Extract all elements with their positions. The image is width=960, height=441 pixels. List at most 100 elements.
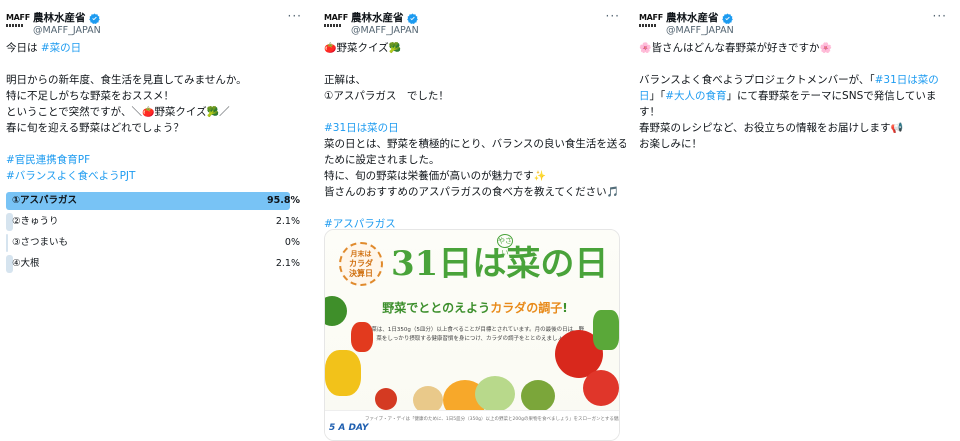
poll-option-label: ③さつまいも <box>12 237 69 248</box>
text-line: 特に不足しがちな野菜をおススメ！ <box>6 88 302 104</box>
text-line: 特に、旬の野菜は栄養価が高いのが魅力です✨ <box>324 168 620 184</box>
leafy-greens-illustration <box>593 310 619 350</box>
text-fragment: 特に不足しがちな野菜をおススメ！ <box>6 90 174 102</box>
text-line: 皆さんのおすすめのアスパラガスの食べ方を教えてください🎵 <box>324 184 620 200</box>
vegetable-day-poster[interactable]: 月末は カラダ 決算日 やさい 31日は菜の日 野菜でととのえようカラダの調子!… <box>324 229 620 441</box>
text-line: 今日は #菜の日 <box>6 40 302 56</box>
text-fragment: 野菜クイズ <box>154 106 207 118</box>
text-line: ①アスパラガス でした！ <box>324 88 620 104</box>
text-line: 菜の日とは、野菜を積極的にとり、バランスの良い食生活を送る <box>324 136 626 152</box>
text-fragment: 春野菜のレシピなど、お役立ちの情報をお届けします <box>639 122 891 134</box>
poll-option[interactable]: ①アスパラガス 95.8% <box>6 192 302 210</box>
text-line: 春野菜のレシピなど、お役立ちの情報をお届けします📢 <box>639 120 947 136</box>
text-line: #31日は菜の日 <box>324 120 620 136</box>
poll: ①アスパラガス 95.8% ②きゅうり 2.1% ③さつまいも 0% ④大根 2.1% <box>0 192 308 273</box>
more-options-icon[interactable]: ··· <box>606 8 620 24</box>
poll-option-label: ①アスパラガス <box>12 195 78 206</box>
text-fragment: 野菜クイズ <box>336 42 389 54</box>
poll-option-percent: 2.1% <box>275 216 300 227</box>
tweet-text: 今日は #菜の日明日からの新年度、食生活を見直してみませんか。 特に不足しがちな野… <box>0 40 308 184</box>
emoji-icon: 📢 <box>890 123 903 134</box>
hashtag-link[interactable]: #官民連携食育PF <box>6 154 90 166</box>
verified-badge-icon <box>88 13 100 24</box>
more-options-icon[interactable]: ··· <box>288 8 302 24</box>
emoji-icon: 🍅 <box>141 107 155 118</box>
maff-logo-icon[interactable]: MAFF <box>324 14 348 28</box>
poll-option[interactable]: ②きゅうり 2.1% <box>6 213 302 231</box>
pepper-illustration <box>325 350 361 396</box>
tweet-text: 🌸皆さんはどんな春野菜が好きですか🌸 バランスよく食べようプロジェクトメンバーが、… <box>633 40 953 152</box>
text-fragment: 明日からの新年度、食生活を見直してみませんか。 <box>6 74 247 86</box>
text-fragment: バランスよく食べようプロジェクトメンバーが、「 <box>639 74 875 86</box>
text-fragment: 」にて春野菜をテーマにSNSで発信していま <box>726 90 937 102</box>
maff-logo-icon[interactable]: MAFF <box>6 14 30 28</box>
poll-option-label: ④大根 <box>12 258 40 269</box>
verified-badge-icon <box>721 13 733 24</box>
text-fragment: 今日は <box>6 42 41 54</box>
tweet-header: MAFF 農林水産省 @MAFF_JAPAN ··· <box>633 0 953 40</box>
text-line: 明日からの新年度、食生活を見直してみませんか。 <box>6 72 302 88</box>
account-handle[interactable]: @MAFF_JAPAN <box>33 23 101 39</box>
text-fragment: ということで突然ですが、＼ <box>6 106 142 118</box>
hashtag-link[interactable]: #菜の日 <box>41 42 81 54</box>
poster-description: 野菜は、1日350g（5皿分）以上食べることが目標とされています。月の最後の日は… <box>365 327 585 342</box>
cherry-tomato-illustration <box>375 388 397 410</box>
text-fragment: 菜の日とは、野菜を積極的にとり、バランスの良い食生活を送る <box>324 138 626 150</box>
text-fragment: 特に、旬の野菜は栄養価が高いのが魅力です <box>324 170 534 182</box>
account-handle[interactable]: @MAFF_JAPAN <box>351 23 419 39</box>
emoji-icon: 🥦 <box>388 43 402 54</box>
text-line: バランスよく食べようプロジェクトメンバーが、「#31日は菜の <box>639 72 947 88</box>
tomato-illustration <box>583 370 619 406</box>
hashtag-link[interactable]: 日 <box>639 90 650 102</box>
emoji-icon: ✨ <box>533 171 547 182</box>
text-line: ために設定されました。 <box>324 152 620 168</box>
emoji-icon: 🥦 <box>206 107 220 118</box>
hashtag-link[interactable]: #大人の食育 <box>665 90 726 102</box>
hashtag-link[interactable]: #31日は菜の <box>875 74 939 86</box>
poll-option-percent: 2.1% <box>275 258 300 269</box>
cabbage-illustration <box>475 376 515 412</box>
five-a-day-logo: 5 A DAY <box>329 423 369 433</box>
emoji-icon: 🌸 <box>639 43 652 54</box>
tweet-quiz-poll[interactable]: MAFF 農林水産省 @MAFF_JAPAN ··· 今日は #菜の日 明日からの… <box>0 0 308 441</box>
poll-option[interactable]: ③さつまいも 0% <box>6 234 302 252</box>
emoji-icon: 🍅 <box>324 43 337 54</box>
text-fragment: 皆さんのおすすめのアスパラガスの食べ方を教えてください <box>324 186 607 198</box>
more-options-icon[interactable]: ··· <box>933 8 947 24</box>
text-fragment: ／ <box>219 106 230 118</box>
maff-logo-icon[interactable]: MAFF <box>639 14 663 28</box>
text-fragment: 皆さんはどんな春野菜が好きですか <box>651 42 820 54</box>
monthly-badge: 月末は カラダ 決算日 <box>339 242 383 286</box>
hashtag-link[interactable]: #31日は菜の日 <box>324 122 399 134</box>
text-fragment: お楽しみに！ <box>639 138 702 150</box>
poll-option[interactable]: ④大根 2.1% <box>6 255 302 273</box>
text-line: 春に旬を迎える野菜はどれでしょう？ <box>6 120 302 136</box>
poster-title: 31日は菜の日 <box>391 244 609 284</box>
poster-subtitle: 野菜でととのえようカラダの調子! <box>382 301 568 315</box>
tweet-spring-vegetables[interactable]: MAFF 農林水産省 @MAFF_JAPAN ··· 🌸皆さんはどんな春野菜が好… <box>633 0 953 441</box>
tweet-quiz-answer[interactable]: MAFF 農林水産省 @MAFF_JAPAN ··· 🍅野菜クイズ🥦 正解は、 ①ア… <box>318 0 626 441</box>
text-fragment: 正解は、 <box>324 74 366 86</box>
text-line: す！ <box>639 104 947 120</box>
kiwi-illustration <box>521 380 555 412</box>
text-fragment: す！ <box>639 106 660 118</box>
text-line: 🍅野菜クイズ🥦 <box>324 40 620 56</box>
pepper-illustration <box>351 322 373 352</box>
poster-footer: ファイブ・ア・デイは「健康のために、1日5皿分（350g）以上の野菜と200gの… <box>325 410 619 440</box>
text-line: #バランスよく食べようPJT <box>6 168 302 184</box>
poll-option-percent: 95.8% <box>267 195 300 206</box>
account-handle[interactable]: @MAFF_JAPAN <box>666 23 734 39</box>
hashtag-link[interactable]: #バランスよく食べようPJT <box>6 170 135 182</box>
text-fragment: 」「 <box>649 90 666 102</box>
text-fragment: ために設定されました。 <box>324 154 440 166</box>
tweet-header: MAFF 農林水産省 @MAFF_JAPAN ··· <box>318 0 626 40</box>
verified-badge-icon <box>406 13 418 24</box>
text-fragment: ①アスパラガス でした！ <box>324 90 449 102</box>
poll-option-percent: 0% <box>284 237 300 248</box>
emoji-icon: 🎵 <box>606 187 620 198</box>
